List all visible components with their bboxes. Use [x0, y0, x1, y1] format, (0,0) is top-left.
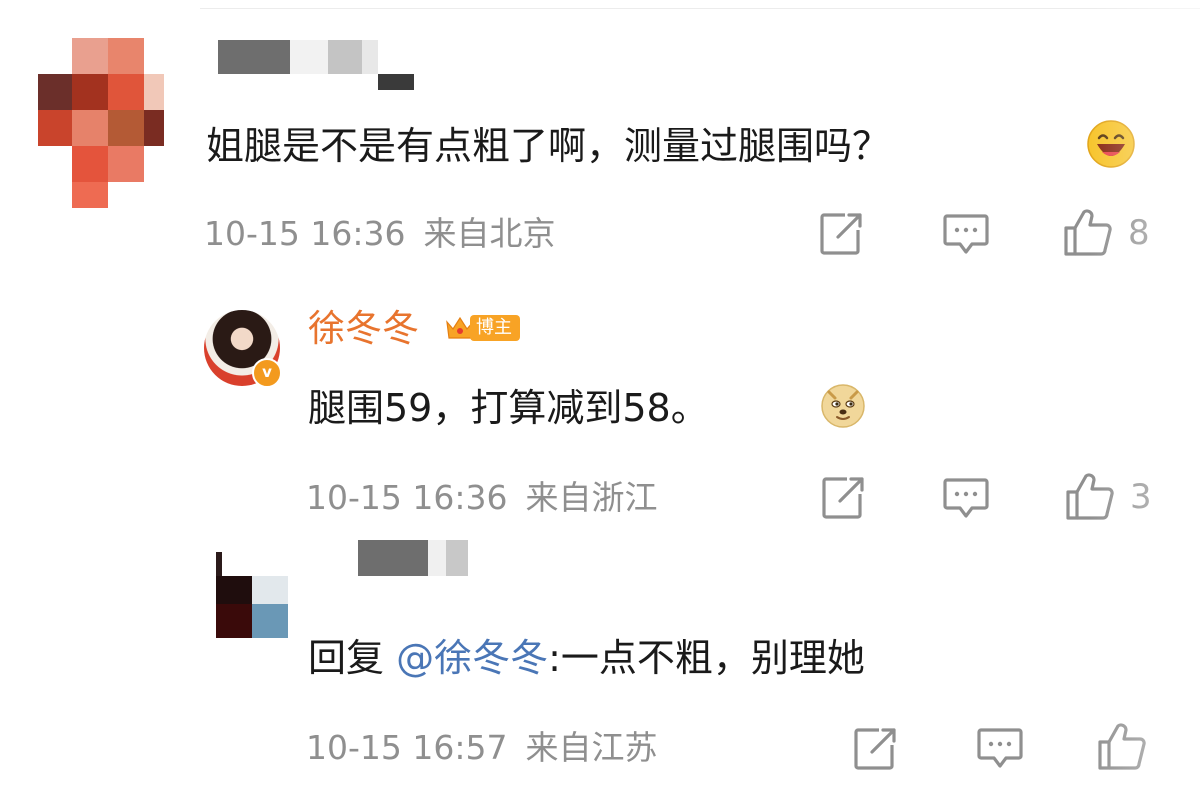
comment-icon	[943, 214, 989, 254]
divider	[200, 8, 1200, 9]
blogger-badge-label: 博主	[470, 315, 520, 341]
reply-prefix: 回复	[308, 636, 385, 680]
username-redacted[interactable]	[218, 40, 414, 90]
like-icon	[1066, 473, 1114, 520]
comment-button[interactable]	[942, 476, 990, 522]
laughing-face-emoji	[1087, 120, 1135, 168]
comment-meta: 10-15 16:36 来自北京	[204, 214, 555, 254]
comment-text: 姐腿是不是有点粗了啊，测量过腿围吗？	[206, 124, 891, 168]
like-icon	[1098, 723, 1146, 770]
timestamp: 10-15 16:36	[204, 214, 406, 253]
like-icon	[1064, 209, 1112, 256]
username-redacted[interactable]	[358, 540, 468, 576]
share-button[interactable]	[852, 726, 898, 772]
comment-icon	[977, 728, 1023, 768]
avatar[interactable]	[216, 552, 290, 638]
share-icon	[820, 213, 862, 255]
comment-text: 腿围59，打算减到58。	[308, 386, 709, 430]
share-icon	[854, 728, 896, 770]
like-button[interactable]: 8	[1062, 208, 1150, 258]
timestamp: 10-15 16:36	[306, 478, 508, 517]
comment-button[interactable]	[976, 726, 1024, 772]
avatar[interactable]	[38, 38, 164, 208]
doge-emoji	[821, 384, 865, 428]
like-button[interactable]	[1096, 722, 1148, 772]
like-count: 8	[1128, 213, 1150, 253]
share-icon	[822, 477, 864, 519]
timestamp: 10-15 16:57	[306, 728, 508, 767]
share-button[interactable]	[820, 475, 866, 521]
share-button[interactable]	[818, 211, 864, 257]
blogger-badge: 博主	[444, 314, 520, 342]
location: 来自浙江	[525, 478, 658, 517]
location: 来自江苏	[525, 728, 658, 767]
comment-text: 回复 @徐冬冬:一点不粗，别理她	[308, 634, 865, 682]
comment-button[interactable]	[942, 212, 990, 258]
like-button[interactable]: 3	[1064, 472, 1152, 522]
mention-link[interactable]: @徐冬冬	[396, 636, 548, 680]
like-count: 3	[1130, 477, 1152, 517]
comment-icon	[943, 478, 989, 518]
reply-text: :一点不粗，别理她	[548, 636, 865, 680]
comment-meta: 10-15 16:57 来自江苏	[306, 728, 657, 768]
location: 来自北京	[423, 214, 556, 253]
username[interactable]: 徐冬冬	[308, 306, 419, 352]
comment-meta: 10-15 16:36 来自浙江	[306, 478, 657, 518]
verified-badge-icon: v	[252, 358, 282, 388]
